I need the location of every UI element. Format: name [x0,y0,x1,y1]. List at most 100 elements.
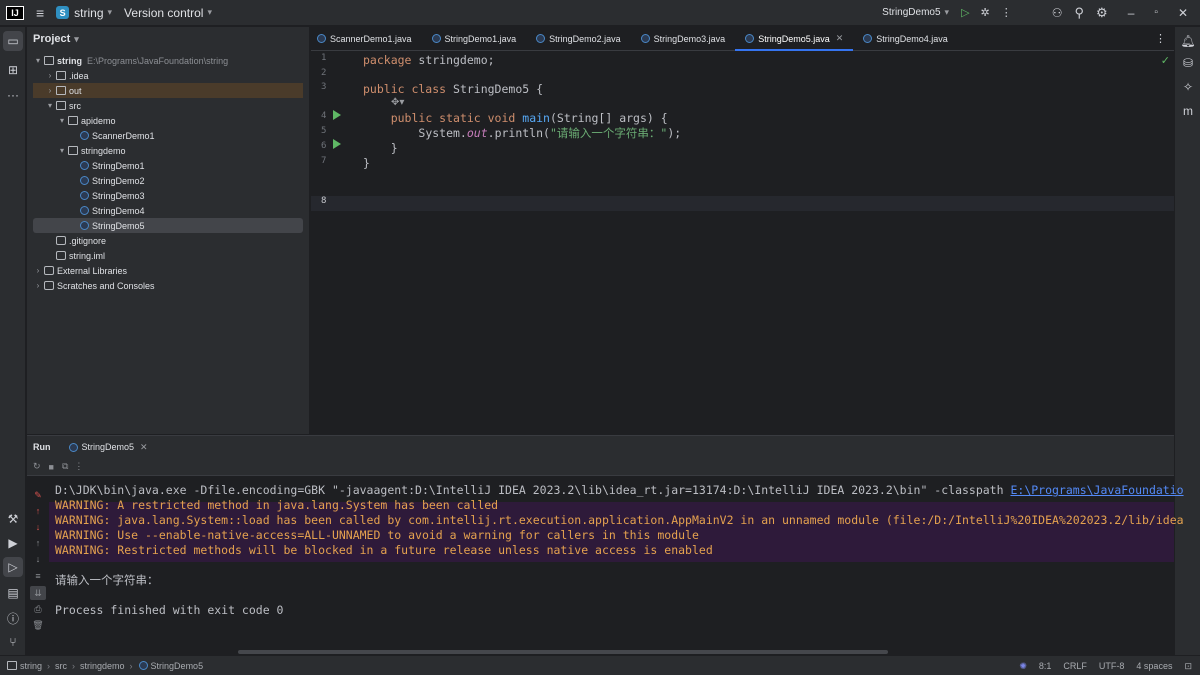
expand-arrow-icon[interactable]: ▾ [57,146,67,155]
tab-overflow-icon[interactable]: ⋮ [1155,32,1166,45]
tree-item[interactable]: StringDemo3 [33,188,303,203]
breadcrumb-item[interactable]: StringDemo5 [151,661,204,671]
more-tools-icon[interactable]: ··· [3,85,23,105]
tree-item[interactable]: StringDemo1 [33,158,303,173]
editor-tab[interactable]: StringDemo1.java [422,27,527,50]
problems-tool-icon[interactable]: ⓘ [3,608,23,628]
expand-arrow-icon[interactable]: ▾ [57,116,67,125]
run-config-tab[interactable]: StringDemo5 [82,442,135,452]
class-icon [80,221,89,230]
build-tool-icon[interactable]: ⚒ [3,509,23,529]
console-prompt: 请输入一个字符串： [55,573,159,587]
caret-position[interactable]: 8:1 [1039,661,1052,671]
expand-arrow-icon[interactable]: › [45,86,55,95]
breadcrumb-item[interactable]: src [55,661,67,671]
vcs-selector[interactable]: Version control ▾ [124,6,212,20]
stop-icon[interactable]: ■ [49,462,54,472]
expand-arrow-icon[interactable]: › [45,71,55,80]
run-config-selector[interactable]: StringDemo5 ▾ [882,7,949,18]
tree-item[interactable]: string.iml [33,248,303,263]
tree-item[interactable]: StringDemo2 [33,173,303,188]
classpath-link[interactable]: E:\Programs\JavaFoundatio [1010,483,1183,497]
git-tool-icon[interactable]: ⑂ [3,632,23,652]
current-line-highlight [311,196,1174,211]
tree-item[interactable]: StringDemo4 [33,203,303,218]
show-diff-icon[interactable]: ⧉ [62,461,68,472]
editor-tab[interactable]: StringDemo2.java [526,27,631,50]
soft-wrap-icon[interactable]: ≡ [30,569,46,583]
tree-item[interactable]: › out [33,83,303,98]
ai-assistant-icon[interactable]: ✧ [1178,77,1198,97]
structure-tool-icon[interactable]: ⊞ [3,60,23,80]
intellij-logo-icon[interactable]: IJ [6,5,24,20]
editor-tab[interactable]: ScannerDemo1.java [311,27,422,50]
tree-item[interactable]: ▾ src [33,98,303,113]
project-tool-icon[interactable]: ▭ [3,31,23,51]
tree-item[interactable]: › Scratches and Consoles [33,278,303,293]
tree-item[interactable]: StringDemo5 [33,218,303,233]
down-arrow-icon[interactable]: ↓ [30,552,46,566]
main-menu-icon[interactable]: ≡ [36,5,44,21]
line-separator[interactable]: CRLF [1063,661,1087,671]
more-actions-icon[interactable]: ⋮ [74,461,83,472]
clear-console-icon[interactable]: ✎ [30,488,46,502]
restore-icon[interactable]: ▫ [1154,7,1158,18]
breadcrumb-item[interactable]: string [20,661,42,671]
run-icon[interactable]: ▷ [961,6,969,19]
tree-item[interactable]: ▾ apidemo [33,113,303,128]
debug-icon[interactable]: ✲ [981,6,990,19]
tree-item-label: StringDemo1 [92,160,145,171]
expand-arrow-icon[interactable]: › [33,266,43,275]
indent-setting[interactable]: 4 spaces [1136,661,1172,671]
search-icon[interactable]: ⚲ [1075,5,1085,21]
expand-arrow-icon[interactable]: ▾ [33,56,43,65]
console-horizontal-scrollbar[interactable] [238,650,888,654]
editor-tab[interactable]: StringDemo4.java [853,27,958,50]
tree-item[interactable]: ScannerDemo1 [33,128,303,143]
tree-item[interactable]: ▾ stringdemo [33,143,303,158]
terminal-tool-icon[interactable]: ▤ [3,583,23,603]
scroll-up-icon[interactable]: ↑ [30,504,46,518]
expand-arrow-icon[interactable]: ▾ [45,101,55,110]
file-encoding[interactable]: UTF-8 [1099,661,1125,671]
tree-item[interactable]: .gitignore [33,233,303,248]
tree-item[interactable]: › External Libraries [33,263,303,278]
run-main-gutter-icon[interactable] [333,139,341,149]
add-user-icon[interactable]: ⚇ [1052,6,1063,20]
tree-item-label: ScannerDemo1 [92,130,155,141]
services-tool-icon[interactable]: ▶ [3,533,23,553]
minimize-icon[interactable]: – [1128,6,1135,20]
rerun-icon[interactable]: ↻ [33,461,41,472]
scroll-to-end-icon[interactable]: ⇊ [30,586,46,600]
lock-icon[interactable]: ⊡ [1184,661,1192,672]
settings-gear-icon[interactable]: ⚙ [1096,5,1108,21]
tree-item[interactable]: › .idea [33,68,303,83]
up-arrow-icon[interactable]: ↑ [30,536,46,550]
run-class-gutter-icon[interactable] [333,110,341,120]
close-icon[interactable]: ✕ [836,33,844,44]
code-viewport[interactable]: 12345678 ✓ package stringdemo; public cl… [311,52,1174,434]
inspection-ok-icon[interactable]: ✓ [1161,54,1170,67]
line-number: 2 [321,68,327,78]
scroll-down-icon[interactable]: ↓ [30,520,46,534]
notifications-icon[interactable]: 🔔︎ [1178,31,1198,51]
print-icon[interactable]: ⎙ [30,602,46,616]
trash-icon[interactable]: 🗑︎ [30,618,46,632]
run-tool-icon[interactable]: ▷ [3,557,23,577]
breadcrumb-item[interactable]: stringdemo [80,661,125,671]
editor-tab[interactable]: StringDemo3.java [631,27,736,50]
close-icon[interactable]: ✕ [1178,6,1188,20]
database-tool-icon[interactable]: ⛁ [1178,53,1198,73]
maven-tool-icon[interactable]: m [1178,101,1198,121]
ai-hint-icon[interactable]: ✥▾ [391,97,404,108]
run-tab-label[interactable]: Run [33,442,51,452]
project-panel-header[interactable]: Project ▾ [27,27,309,51]
project-selector[interactable]: S string ▾ [56,6,112,20]
expand-arrow-icon[interactable]: › [33,281,43,290]
more-actions-icon[interactable]: ⋮ [1001,6,1012,19]
editor-tab[interactable]: StringDemo5.java ✕ [735,27,854,51]
folder-icon [68,146,78,155]
ai-status-icon[interactable]: ✺ [1019,661,1027,672]
tree-item[interactable]: ▾ string E:\Programs\JavaFoundation\string [33,53,303,68]
close-icon[interactable]: ✕ [140,442,148,453]
